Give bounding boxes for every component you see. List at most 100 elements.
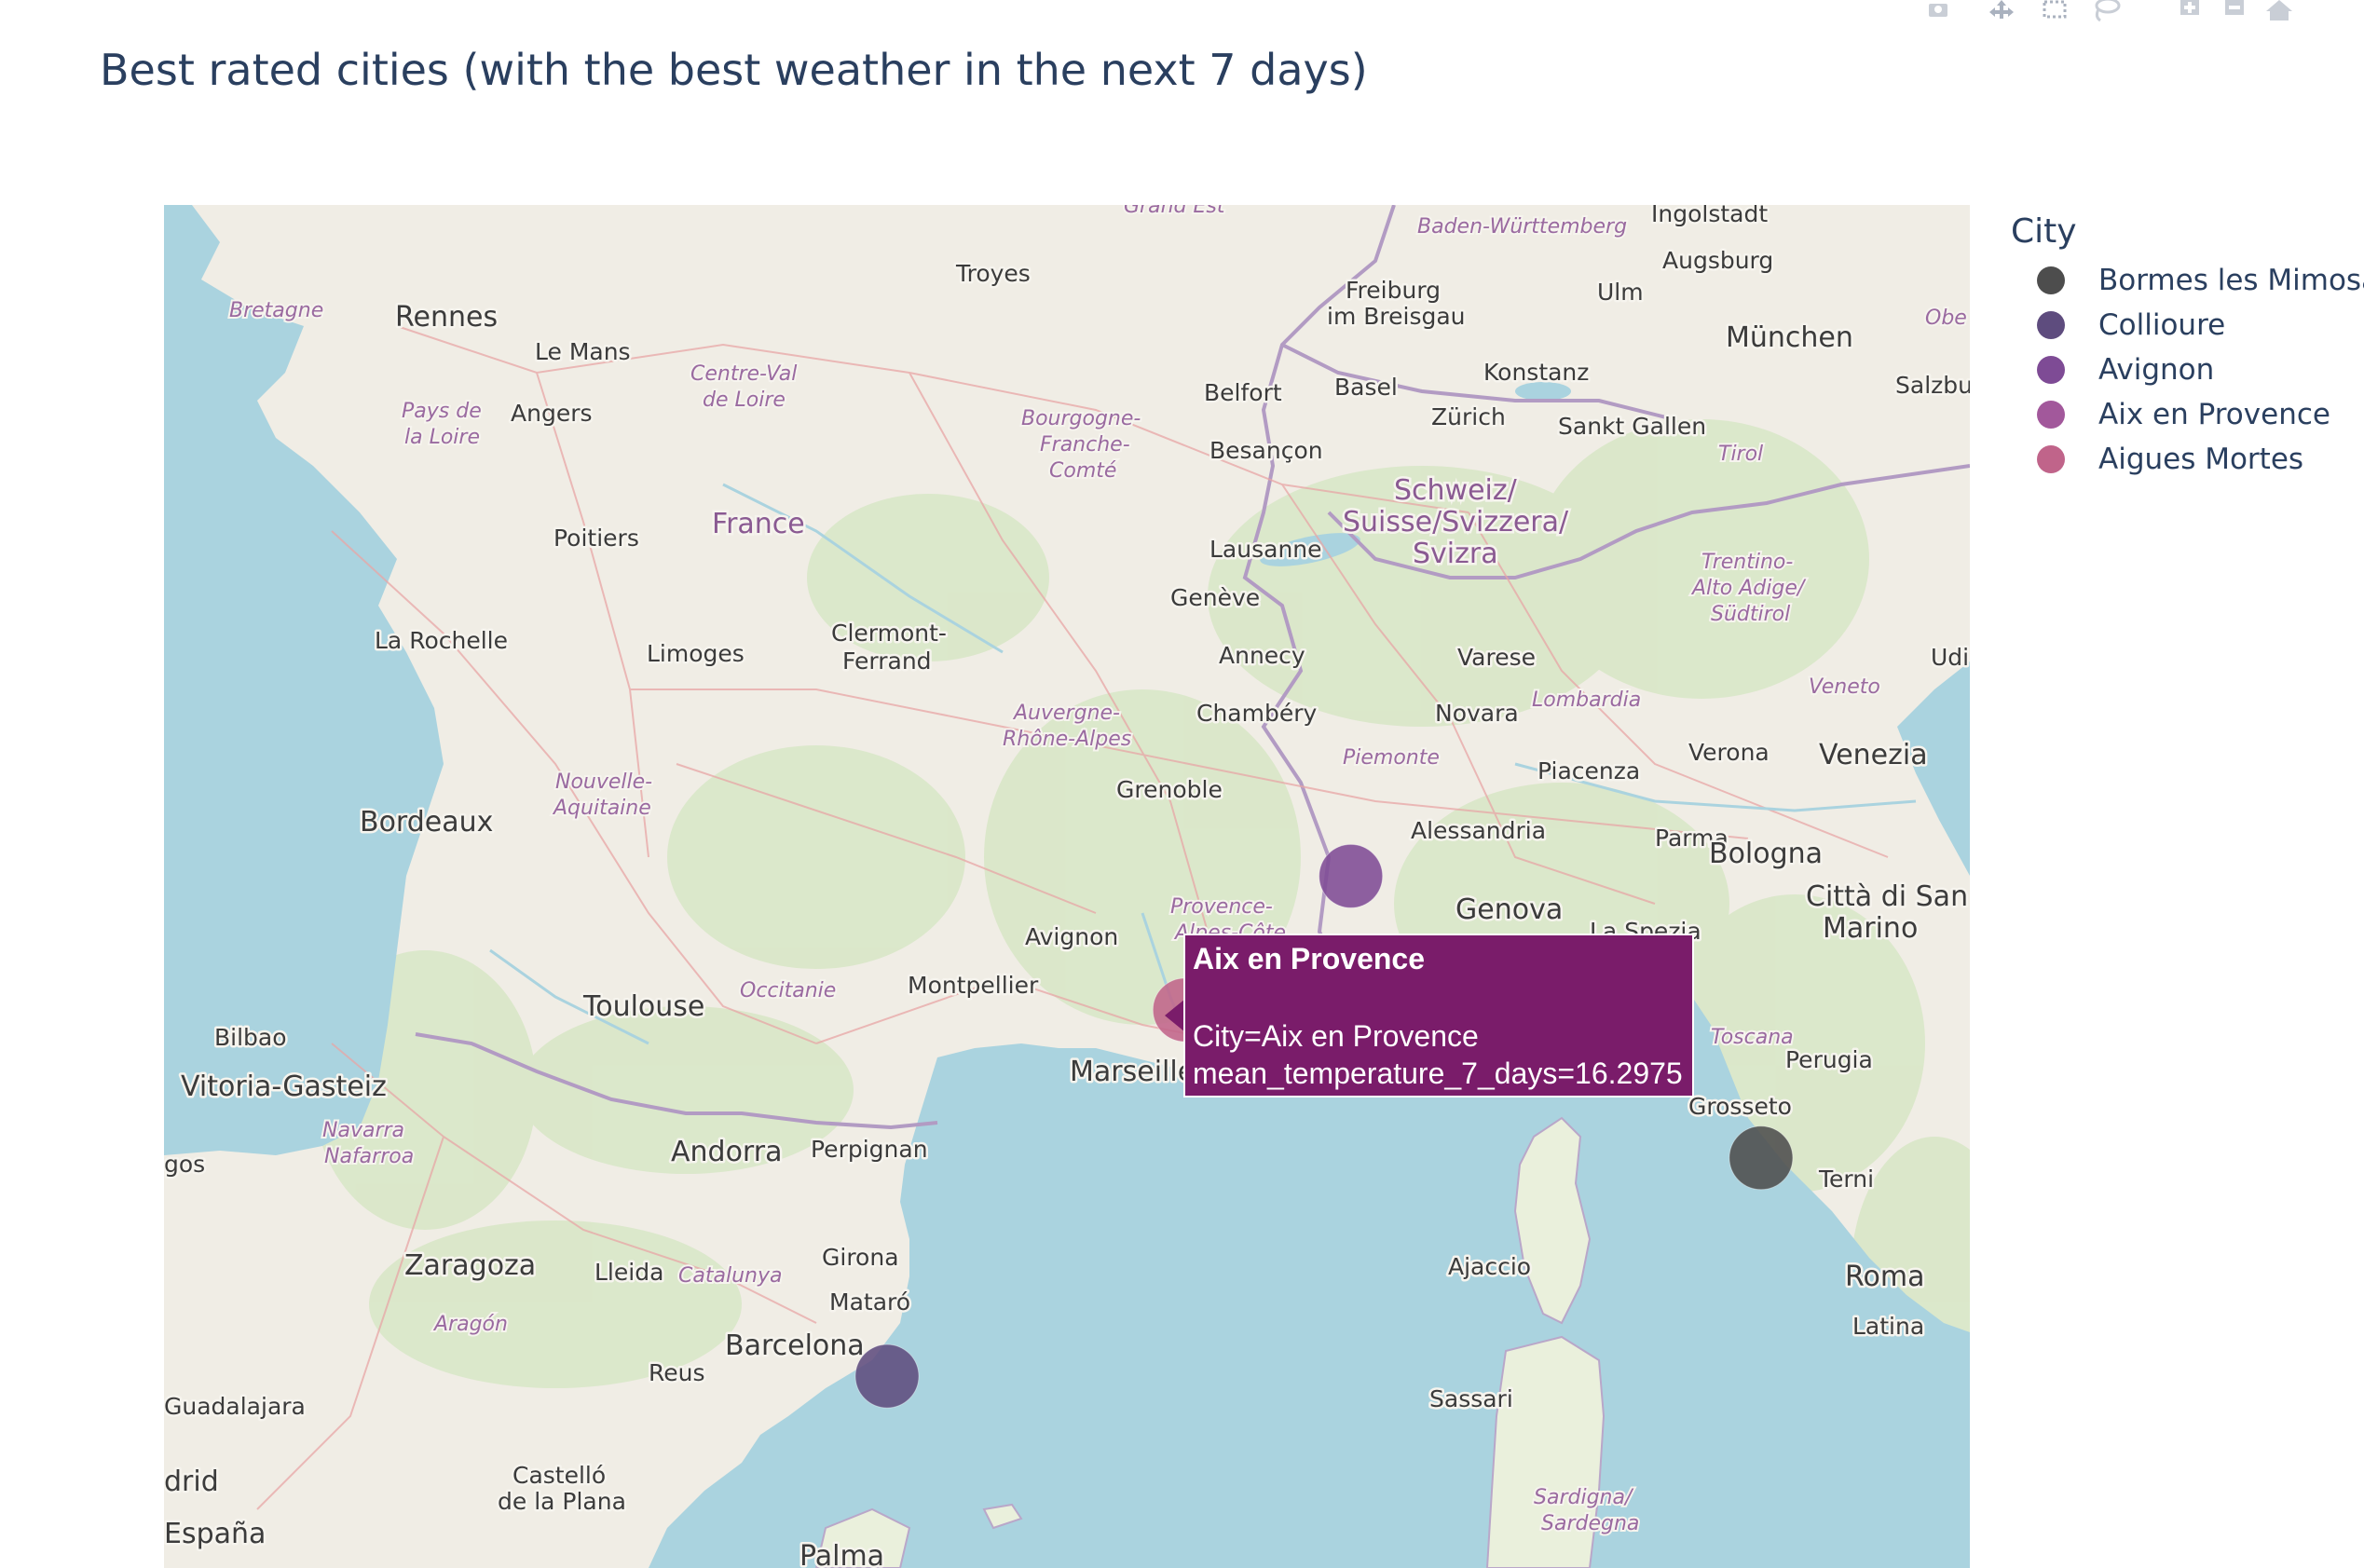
legend-marker-icon — [2037, 445, 2065, 473]
svg-text:Bilbao: Bilbao — [214, 1024, 287, 1051]
svg-text:Südtirol: Südtirol — [1711, 603, 1790, 626]
svg-text:Centre-Val: Centre-Val — [690, 362, 797, 386]
legend-marker-icon — [2037, 356, 2065, 384]
svg-text:Ulm: Ulm — [1597, 279, 1644, 306]
legend-item-collioure[interactable]: Collioure — [2011, 303, 2364, 348]
svg-text:Sankt Gallen: Sankt Gallen — [1558, 413, 1706, 440]
home-icon[interactable] — [2261, 0, 2298, 22]
basemap[interactable]: Bretagne Pays de la Loire Centre-Val de … — [164, 205, 1970, 1568]
svg-text:Chambéry: Chambéry — [1196, 700, 1318, 727]
svg-text:Grosseto: Grosseto — [1688, 1093, 1792, 1120]
legend-label: Bormes les Mimosas — [2098, 264, 2364, 297]
marker-avignon[interactable] — [1319, 843, 1384, 908]
svg-text:Zürich: Zürich — [1431, 403, 1506, 430]
zoom-out-icon[interactable] — [2216, 0, 2253, 22]
svg-text:Genova: Genova — [1455, 893, 1563, 926]
svg-text:drid: drid — [164, 1466, 219, 1498]
svg-text:München: München — [1726, 321, 1853, 354]
svg-text:Le Mans: Le Mans — [535, 338, 631, 365]
box-select-icon[interactable] — [2037, 0, 2074, 22]
camera-icon[interactable] — [1920, 0, 1957, 22]
svg-text:Lleida: Lleida — [594, 1259, 663, 1286]
legend: City Bormes les Mimosas Collioure Avigno… — [2011, 212, 2364, 482]
svg-text:Annecy: Annecy — [1219, 642, 1305, 669]
svg-text:Perugia: Perugia — [1785, 1046, 1873, 1073]
lasso-select-icon[interactable] — [2087, 0, 2125, 22]
hover-tooltip: Aix en Provence City=Aix en Provence mea… — [1183, 934, 1694, 1098]
svg-text:Rhône-Alpes: Rhône-Alpes — [1003, 728, 1131, 751]
svg-text:Nouvelle-: Nouvelle- — [555, 770, 652, 794]
svg-text:La Rochelle: La Rochelle — [375, 627, 508, 654]
svg-text:Besançon: Besançon — [1209, 437, 1323, 464]
zoom-in-icon[interactable] — [2171, 0, 2208, 22]
svg-text:Palma: Palma — [799, 1540, 884, 1568]
pan-icon[interactable] — [1983, 0, 2020, 22]
svg-text:Navarra: Navarra — [322, 1119, 404, 1142]
map-area[interactable]: Bretagne Pays de la Loire Centre-Val de … — [164, 205, 1970, 1568]
svg-text:Bologna: Bologna — [1709, 838, 1823, 870]
chart-title: Best rated cities (with the best weather… — [100, 45, 1368, 95]
tooltip-title: Aix en Provence — [1193, 942, 1425, 975]
svg-text:Salzbur: Salzbur — [1895, 372, 1970, 399]
legend-label: Avignon — [2098, 353, 2215, 387]
svg-text:Limoges: Limoges — [647, 640, 745, 667]
svg-text:Roma: Roma — [1845, 1261, 1924, 1293]
svg-text:Verona: Verona — [1688, 739, 1770, 766]
svg-text:Ingolstadt: Ingolstadt — [1651, 205, 1768, 227]
svg-text:Poitiers: Poitiers — [553, 525, 639, 552]
svg-text:Zaragoza: Zaragoza — [404, 1249, 536, 1282]
tooltip-arrow — [1165, 999, 1185, 1032]
svg-text:Provence-: Provence- — [1170, 895, 1273, 919]
svg-text:Girona: Girona — [822, 1244, 899, 1271]
modebar — [1920, 0, 2357, 22]
svg-text:Perpignan: Perpignan — [811, 1136, 928, 1163]
svg-text:Troyes: Troyes — [955, 260, 1031, 287]
svg-text:Augsburg: Augsburg — [1662, 247, 1773, 274]
svg-text:Obe: Obe — [1925, 307, 1967, 330]
svg-text:Castelló: Castelló — [512, 1462, 606, 1489]
svg-text:Sardigna/: Sardigna/ — [1534, 1486, 1634, 1509]
tooltip-temperature-line: mean_temperature_7_days=16.2975 — [1193, 1057, 1683, 1090]
svg-text:Reus: Reus — [649, 1359, 705, 1386]
svg-text:Konstanz: Konstanz — [1483, 359, 1589, 386]
legend-item-aigues-mortes[interactable]: Aigues Mortes — [2011, 437, 2364, 482]
svg-text:Sassari: Sassari — [1429, 1385, 1513, 1412]
svg-text:Angers: Angers — [511, 400, 593, 427]
legend-label: Aigues Mortes — [2098, 443, 2304, 476]
svg-text:gos: gos — [164, 1151, 205, 1178]
svg-text:Tirol: Tirol — [1718, 443, 1763, 466]
svg-text:Lombardia: Lombardia — [1532, 689, 1641, 712]
svg-text:Mataró: Mataró — [829, 1288, 910, 1316]
svg-text:Nafarroa: Nafarroa — [324, 1145, 414, 1168]
legend-item-avignon[interactable]: Avignon — [2011, 348, 2364, 392]
svg-text:Rennes: Rennes — [395, 301, 498, 334]
marker-bormes-les-mimosas[interactable] — [1729, 1125, 1794, 1191]
svg-text:Comté: Comté — [1049, 459, 1116, 483]
svg-text:Terni: Terni — [1818, 1166, 1874, 1193]
svg-text:Grand Est: Grand Est — [1124, 205, 1226, 218]
svg-text:Piacenza: Piacenza — [1537, 757, 1640, 784]
svg-text:Udi: Udi — [1931, 644, 1969, 671]
svg-text:Clermont-: Clermont- — [831, 620, 947, 647]
legend-item-aix-en-provence[interactable]: Aix en Provence — [2011, 392, 2364, 437]
svg-text:Lausanne: Lausanne — [1209, 536, 1322, 563]
svg-text:Latina: Latina — [1852, 1313, 1924, 1340]
legend-item-bormes-les-mimosas[interactable]: Bormes les Mimosas — [2011, 258, 2364, 303]
svg-text:Barcelona: Barcelona — [725, 1329, 865, 1362]
svg-text:Alessandria: Alessandria — [1411, 817, 1546, 844]
svg-text:Basel: Basel — [1334, 374, 1398, 401]
svg-text:France: France — [712, 508, 805, 540]
svg-text:Città di San: Città di San — [1806, 880, 1968, 913]
svg-text:Pays de: Pays de — [402, 400, 482, 423]
marker-collioure[interactable] — [854, 1343, 920, 1409]
svg-text:Marino: Marino — [1823, 912, 1918, 945]
svg-text:Freiburg: Freiburg — [1346, 277, 1441, 304]
legend-label: Collioure — [2098, 308, 2226, 342]
svg-text:Venezia: Venezia — [1819, 739, 1928, 771]
svg-text:Franche-: Franche- — [1040, 433, 1130, 457]
svg-text:Toscana: Toscana — [1711, 1026, 1794, 1049]
svg-text:Marseille: Marseille — [1070, 1056, 1195, 1088]
tooltip-city-line: City=Aix en Provence — [1193, 1019, 1479, 1053]
svg-text:Novara: Novara — [1435, 700, 1519, 727]
svg-text:Piemonte: Piemonte — [1343, 746, 1440, 770]
